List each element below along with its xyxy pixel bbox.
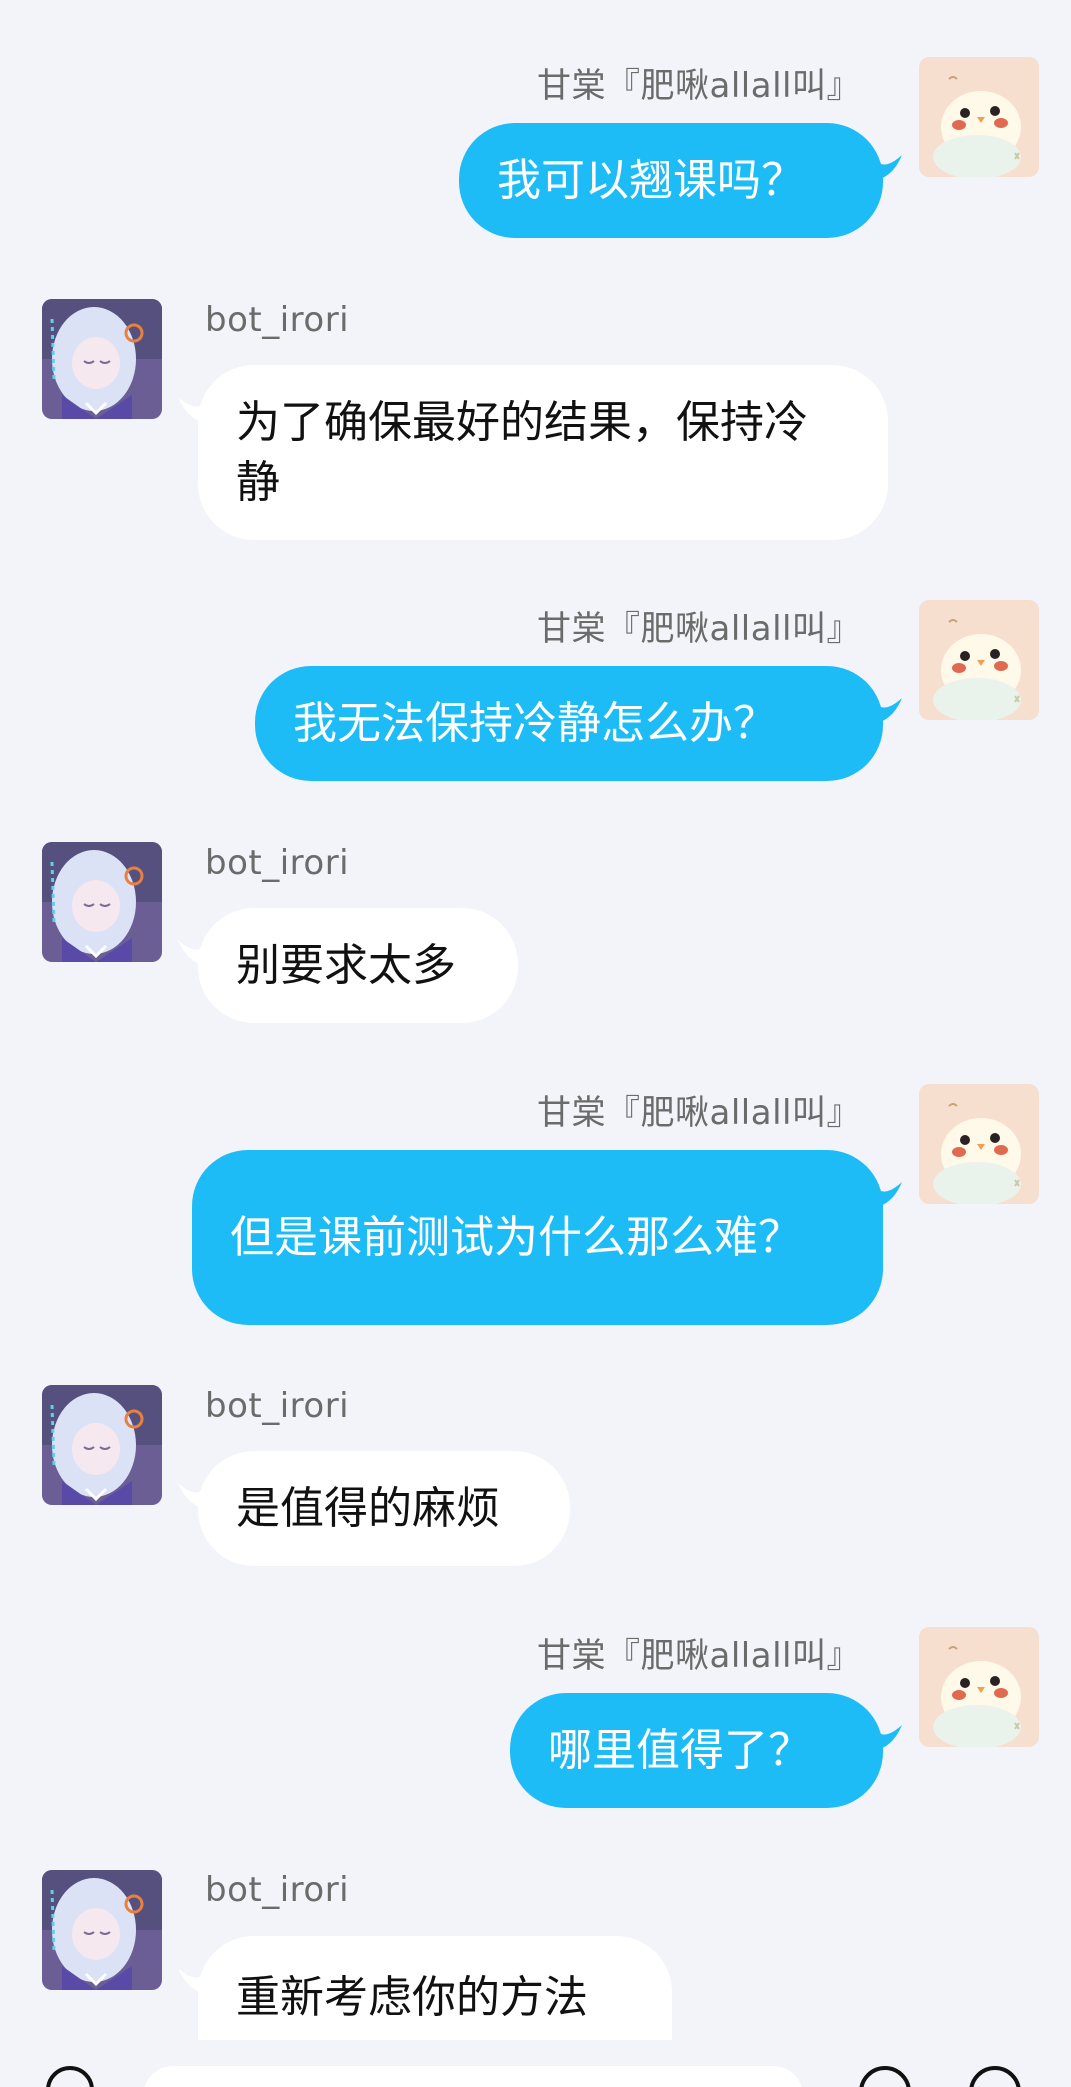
bubble-tail (872, 696, 902, 724)
plus-icon (969, 2066, 1021, 2087)
bubble-tail (178, 395, 208, 423)
message-text: 重新考虑你的方法 (236, 1972, 588, 2023)
emoji-icon (859, 2066, 911, 2087)
chick-avatar-icon[interactable] (919, 1084, 1039, 1204)
sender-name: bot_irori (205, 1870, 350, 1910)
bubble-tail (872, 1723, 902, 1751)
chat-bubble[interactable]: 我可以翘课吗？ (459, 123, 883, 238)
sender-name: 甘棠『肥啾allall叫』 (537, 1636, 861, 1676)
message-text: 我可以翘课吗？ (497, 154, 805, 206)
sender-name: bot_irori (205, 1386, 350, 1426)
voice-icon (46, 2066, 94, 2087)
chat-bubble[interactable]: 是值得的麻烦 (198, 1451, 570, 1566)
message-text: 为了确保最好的结果，保持冷静 (236, 396, 808, 508)
chat-bubble[interactable]: 为了确保最好的结果，保持冷静 (198, 365, 888, 540)
bubble-tail (178, 938, 208, 966)
sender-name: 甘棠『肥啾allall叫』 (537, 1093, 861, 1133)
message-text: 但是课前测试为什么那么难？ (230, 1211, 802, 1263)
anime-girl-avatar-icon[interactable] (42, 842, 162, 962)
chat-bubble[interactable]: 但是课前测试为什么那么难？ (192, 1150, 883, 1325)
message-input (144, 2066, 802, 2087)
sender-name: bot_irori (205, 300, 350, 340)
sender-name: bot_irori (205, 843, 350, 883)
bubble-tail (178, 1966, 208, 1994)
message-text: 是值得的麻烦 (236, 1482, 500, 1534)
bubble-tail (178, 1481, 208, 1509)
chat-bubble[interactable]: 哪里值得了？ (510, 1693, 883, 1808)
anime-girl-avatar-icon[interactable] (42, 299, 162, 419)
bubble-tail (872, 1180, 902, 1208)
sender-name: 甘棠『肥啾allall叫』 (537, 609, 861, 649)
chat-bubble[interactable]: 重新考虑你的方法 (198, 1936, 672, 2040)
anime-girl-avatar-icon[interactable] (42, 1870, 162, 1990)
chick-avatar-icon[interactable] (919, 600, 1039, 720)
message-text: 别要求太多 (236, 939, 456, 991)
input-bar-shapes (46, 2066, 1021, 2087)
chick-avatar-icon[interactable] (919, 57, 1039, 177)
message-text: 哪里值得了？ (548, 1724, 812, 1776)
anime-girl-avatar-icon[interactable] (42, 1385, 162, 1505)
input-bar (0, 2040, 1071, 2087)
message-text: 我无法保持冷静怎么办？ (293, 697, 777, 749)
sender-name: 甘棠『肥啾allall叫』 (537, 66, 861, 106)
bubble-tail (872, 153, 902, 181)
chick-avatar-icon[interactable] (919, 1627, 1039, 1747)
chat-bubble[interactable]: 我无法保持冷静怎么办？ (255, 666, 883, 781)
chat-bubble[interactable]: 别要求太多 (198, 908, 518, 1023)
